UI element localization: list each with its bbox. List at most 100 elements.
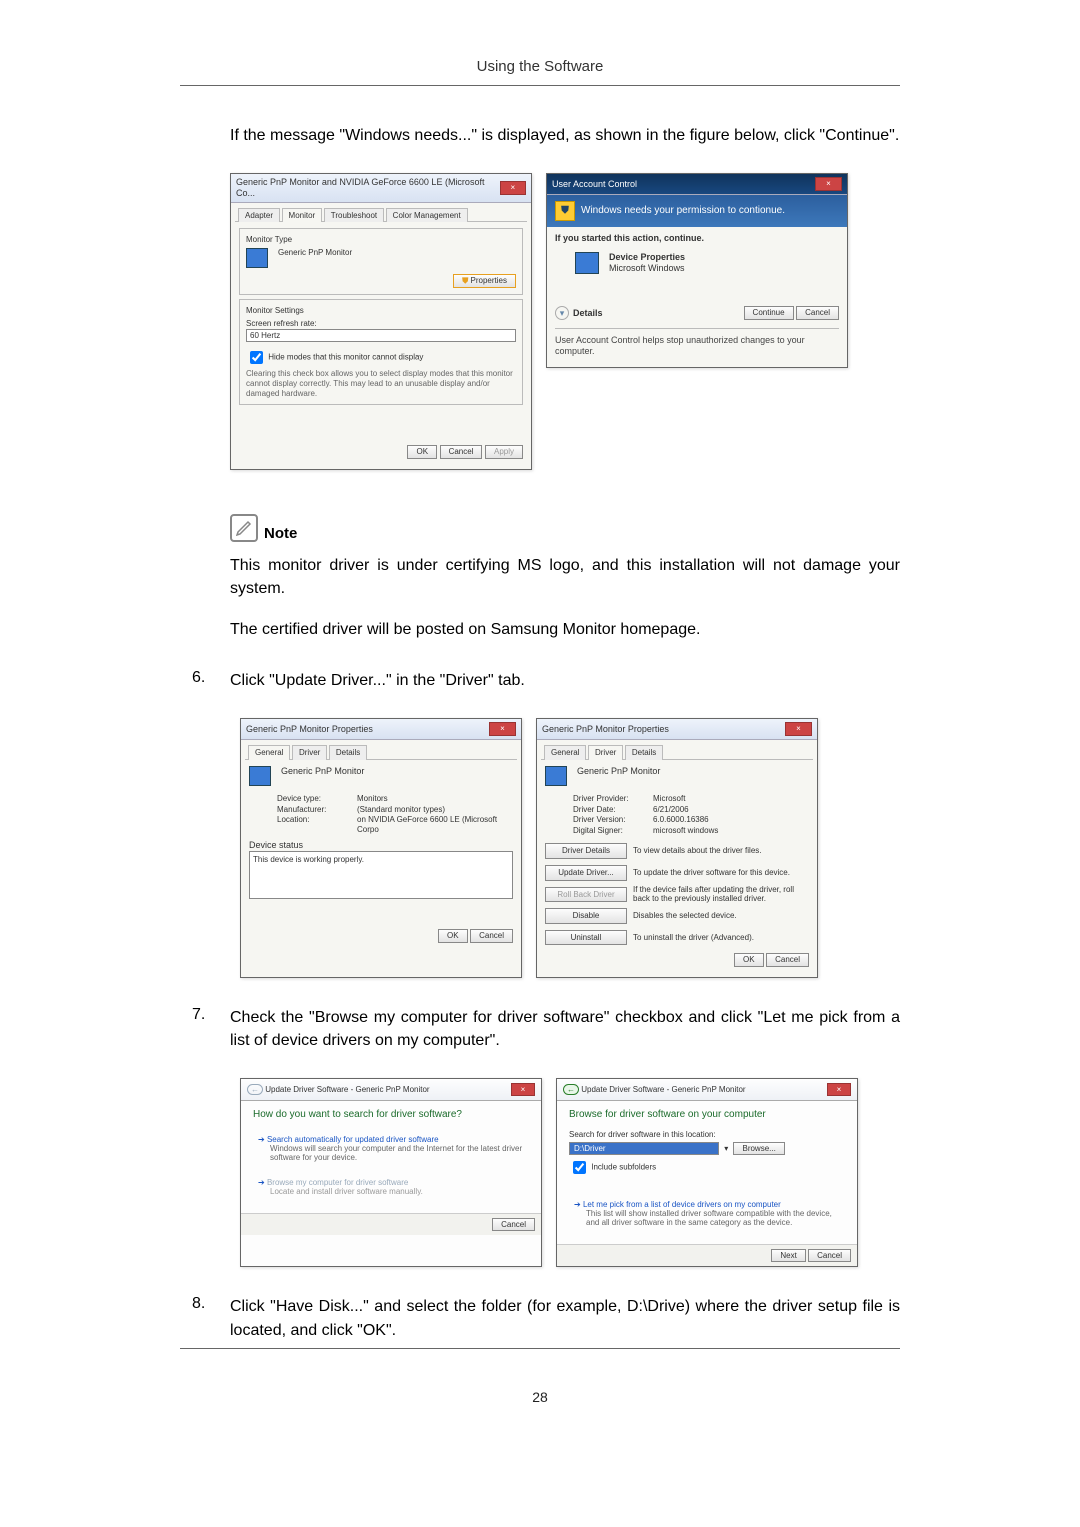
uac-app-name: Device Properties — [609, 252, 685, 263]
tab-driver[interactable]: Driver — [292, 745, 327, 760]
label: Location: — [277, 815, 357, 834]
step-6-text: Click "Update Driver..." in the "Driver"… — [230, 669, 900, 692]
rollback-driver-button[interactable]: Roll Back Driver — [545, 887, 627, 903]
step-number-7: 7. — [192, 1006, 230, 1052]
cancel-button[interactable]: Cancel — [796, 306, 839, 320]
monitor-icon — [246, 248, 268, 268]
dialog-monitor-properties: Generic PnP Monitor and NVIDIA GeForce 6… — [230, 173, 532, 470]
option-pick-from-list[interactable]: ➔ Let me pick from a list of device driv… — [569, 1195, 845, 1232]
value: on NVIDIA GeForce 6600 LE (Microsoft Cor… — [357, 815, 513, 834]
monitor-icon — [545, 766, 567, 786]
tab-adapter[interactable]: Adapter — [238, 208, 280, 223]
back-icon[interactable]: ← — [247, 1084, 263, 1095]
tab-color-management[interactable]: Color Management — [386, 208, 468, 223]
details-toggle[interactable]: Details — [573, 308, 603, 319]
option-pick-desc: This list will show installed driver sof… — [586, 1209, 840, 1227]
close-icon[interactable]: × — [511, 1083, 535, 1096]
browse-button[interactable]: Browse... — [733, 1142, 784, 1155]
tab-monitor[interactable]: Monitor — [282, 208, 323, 223]
uninstall-button[interactable]: Uninstall — [545, 930, 627, 946]
label: Device type: — [277, 794, 357, 804]
monitor-type-value: Generic PnP Monitor — [278, 248, 516, 258]
tab-troubleshoot[interactable]: Troubleshoot — [324, 208, 384, 223]
option-auto-desc: Windows will search your computer and th… — [270, 1144, 524, 1162]
disable-desc: Disables the selected device. — [633, 911, 809, 921]
monitor-settings-label: Monitor Settings — [246, 306, 516, 316]
note-heading: Note — [264, 525, 297, 542]
include-subfolders-checkbox[interactable] — [573, 1161, 586, 1174]
disable-button[interactable]: Disable — [545, 908, 627, 924]
dlg1-title: Generic PnP Monitor and NVIDIA GeForce 6… — [236, 177, 500, 199]
wizard-search-method: ← Update Driver Software - Generic PnP M… — [240, 1078, 542, 1267]
uninstall-desc: To uninstall the driver (Advanced). — [633, 933, 809, 943]
cancel-button[interactable]: Cancel — [470, 929, 513, 943]
page-number: 28 — [180, 1389, 900, 1405]
label: Driver Provider: — [573, 794, 653, 804]
tab-general[interactable]: General — [544, 745, 586, 760]
include-subfolders-label: Include subfolders — [591, 1163, 656, 1172]
uac-publisher: Microsoft Windows — [609, 263, 685, 274]
apply-button[interactable]: Apply — [485, 445, 523, 459]
path-input[interactable]: D:\Driver — [569, 1142, 719, 1155]
intro-text: If the message "Windows needs..." is dis… — [230, 124, 900, 147]
dialog-props-general: Generic PnP Monitor Properties × General… — [240, 718, 522, 978]
step-8-text: Click "Have Disk..." and select the fold… — [230, 1295, 900, 1341]
dialog-props-driver: Generic PnP Monitor Properties × General… — [536, 718, 818, 978]
step-7-text: Check the "Browse my computer for driver… — [230, 1006, 900, 1052]
app-icon — [575, 252, 599, 274]
ok-button[interactable]: OK — [734, 953, 764, 967]
tab-general[interactable]: General — [248, 745, 290, 760]
option-browse[interactable]: ➔ Browse my computer for driver software… — [253, 1173, 529, 1201]
path-label: Search for driver software in this locat… — [569, 1130, 845, 1139]
note-paragraph-2: The certified driver will be posted on S… — [230, 618, 900, 641]
tab-driver[interactable]: Driver — [588, 745, 623, 760]
update-driver-desc: To update the driver software for this d… — [633, 868, 809, 878]
value: microsoft windows — [653, 826, 809, 836]
wiz1-crumb: Update Driver Software - Generic PnP Mon… — [265, 1085, 429, 1094]
hide-modes-checkbox[interactable] — [250, 351, 263, 364]
driver-details-desc: To view details about the driver files. — [633, 846, 809, 856]
device-status-label: Device status — [249, 840, 513, 851]
dlg4-title: Generic PnP Monitor Properties — [542, 724, 669, 735]
ok-button[interactable]: OK — [407, 445, 437, 459]
wiz2-crumb: Update Driver Software - Generic PnP Mon… — [581, 1085, 745, 1094]
refresh-rate-select[interactable]: 60 Hertz — [246, 329, 516, 343]
note-paragraph-1: This monitor driver is under certifying … — [230, 554, 900, 600]
close-icon[interactable]: × — [815, 177, 842, 191]
update-driver-button[interactable]: Update Driver... — [545, 865, 627, 881]
wizard-browse: ← Update Driver Software - Generic PnP M… — [556, 1078, 858, 1267]
uac-subtext: If you started this action, continue. — [555, 233, 839, 244]
back-icon[interactable]: ← — [563, 1084, 579, 1095]
ok-button[interactable]: OK — [438, 929, 468, 943]
wiz1-heading: How do you want to search for driver sof… — [253, 1109, 529, 1120]
cancel-button[interactable]: Cancel — [766, 953, 809, 967]
close-icon[interactable]: × — [489, 722, 516, 736]
dlg4-device-name: Generic PnP Monitor — [577, 766, 660, 786]
label: Driver Version: — [573, 815, 653, 825]
next-button[interactable]: Next — [771, 1249, 805, 1262]
dlg3-title: Generic PnP Monitor Properties — [246, 724, 373, 735]
chevron-down-icon[interactable]: ▾ — [555, 306, 569, 320]
driver-details-button[interactable]: Driver Details — [545, 843, 627, 859]
tab-details[interactable]: Details — [625, 745, 663, 760]
dialog-uac: User Account Control × ⛊ Windows needs y… — [546, 173, 848, 367]
tab-details[interactable]: Details — [329, 745, 367, 760]
dlg2-title: User Account Control — [552, 179, 637, 190]
cancel-button[interactable]: Cancel — [492, 1218, 535, 1231]
continue-button[interactable]: Continue — [744, 306, 794, 320]
value: Microsoft — [653, 794, 809, 804]
option-auto-search[interactable]: ➔ Search automatically for updated drive… — [253, 1130, 529, 1167]
value: (Standard monitor types) — [357, 805, 513, 815]
cancel-button[interactable]: Cancel — [440, 445, 483, 459]
wiz2-heading: Browse for driver software on your compu… — [569, 1109, 845, 1120]
option-browse-desc: Locate and install driver software manua… — [270, 1187, 524, 1196]
close-icon[interactable]: × — [500, 181, 526, 195]
uac-headline: Windows needs your permission to contion… — [581, 205, 785, 217]
cancel-button[interactable]: Cancel — [808, 1249, 851, 1262]
close-icon[interactable]: × — [785, 722, 812, 736]
step-number-6: 6. — [192, 669, 230, 692]
close-icon[interactable]: × — [827, 1083, 851, 1096]
shield-icon: ⛊ — [555, 201, 575, 221]
properties-button[interactable]: ⛊ Properties — [453, 274, 516, 288]
page-header: Using the Software — [180, 58, 900, 86]
